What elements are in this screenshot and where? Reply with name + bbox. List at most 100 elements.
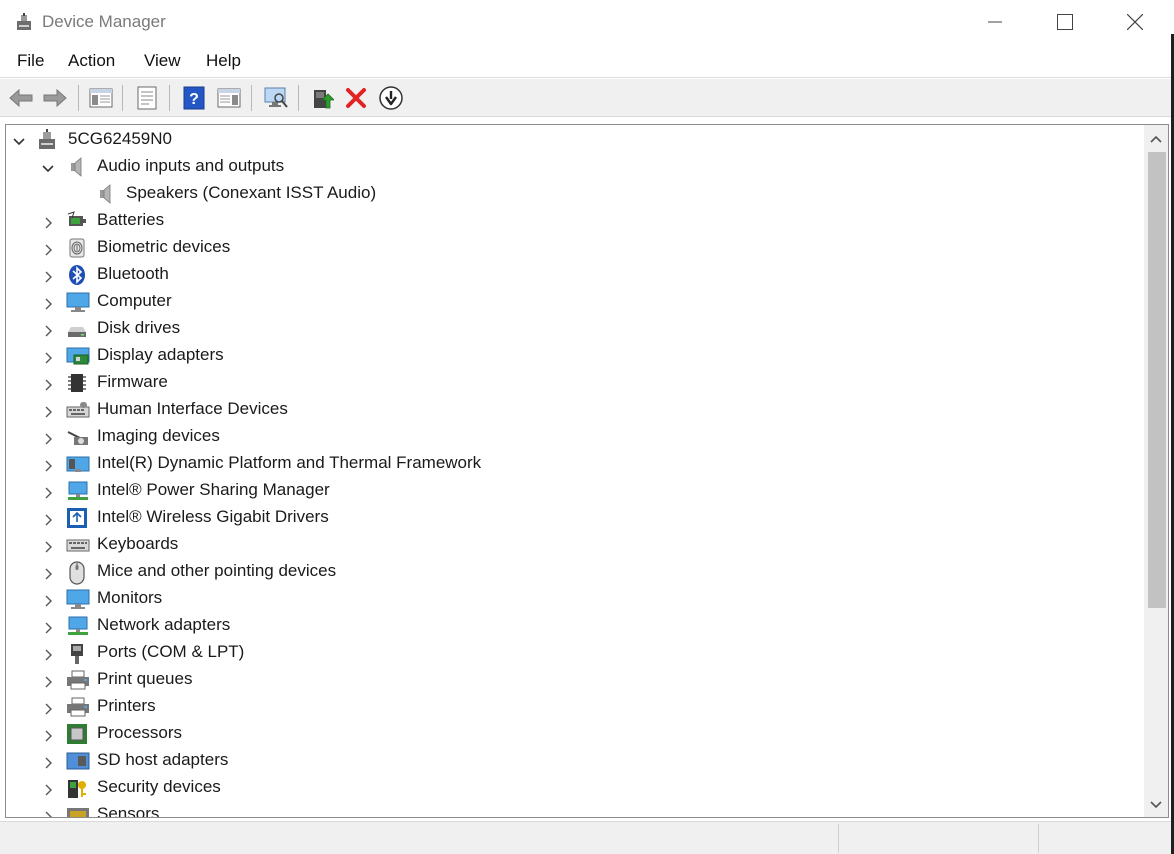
- chevron-right-icon[interactable]: [42, 511, 54, 526]
- tree-category-processors[interactable]: Processors: [6, 720, 1144, 747]
- tree-category-disk-drives[interactable]: Disk drives: [6, 315, 1144, 342]
- maximize-button[interactable]: [1030, 0, 1100, 44]
- close-button[interactable]: [1100, 0, 1170, 44]
- menu-help[interactable]: Help: [204, 51, 243, 71]
- chevron-right-icon[interactable]: [42, 457, 54, 472]
- scan-hardware-changes-icon[interactable]: [262, 84, 290, 112]
- sd-card-icon: [66, 750, 90, 772]
- chevron-right-icon[interactable]: [42, 430, 54, 445]
- chevron-right-icon[interactable]: [42, 241, 54, 256]
- tree-category-mice[interactable]: Mice and other pointing devices: [6, 558, 1144, 585]
- uninstall-device-icon[interactable]: [342, 84, 370, 112]
- wireless-gigabit-icon: [66, 507, 88, 529]
- port-connector-icon: [66, 642, 88, 664]
- tree-category-display-adapters[interactable]: Display adapters: [6, 342, 1144, 369]
- chevron-right-icon[interactable]: [42, 700, 54, 715]
- chevron-right-icon[interactable]: [42, 376, 54, 391]
- chevron-right-icon[interactable]: [42, 322, 54, 337]
- update-driver-icon[interactable]: [308, 84, 336, 112]
- tree-category-label: Firmware: [97, 372, 168, 391]
- tree-category-sd-host-adapters[interactable]: SD host adapters: [6, 747, 1144, 774]
- tree-category-label: Biometric devices: [97, 237, 231, 256]
- tree-category-network-adapters[interactable]: Network adapters: [6, 612, 1144, 639]
- tree-category-human-interface-devices[interactable]: Human Interface Devices: [6, 396, 1144, 423]
- tree-category-label: Processors: [97, 723, 183, 742]
- mouse-icon: [66, 561, 88, 585]
- tree-device-label: Speakers (Conexant ISST Audio): [126, 183, 377, 202]
- tree-category-label: Network adapters: [97, 615, 231, 634]
- scroll-up-arrow-icon[interactable]: [1144, 127, 1168, 151]
- menu-file[interactable]: File: [15, 51, 46, 71]
- chevron-right-icon[interactable]: [42, 295, 54, 310]
- chevron-right-icon[interactable]: [42, 673, 54, 688]
- computer-tower-icon: [36, 129, 58, 151]
- scroll-down-arrow-icon[interactable]: [1144, 793, 1168, 817]
- tree-category-intel-wireless-gigabit-drivers[interactable]: Intel® Wireless Gigabit Drivers: [6, 504, 1144, 531]
- tree-category-label: Display adapters: [97, 345, 224, 364]
- tree-category-batteries[interactable]: Batteries: [6, 207, 1144, 234]
- tree-category-label: Computer: [97, 291, 172, 310]
- tree-category-label: Batteries: [97, 210, 165, 229]
- tree-category-ports[interactable]: Ports (COM & LPT): [6, 639, 1144, 666]
- chevron-right-icon[interactable]: [42, 565, 54, 580]
- action-pane-icon[interactable]: [215, 84, 243, 112]
- back-icon[interactable]: [7, 84, 35, 112]
- tree-category-imaging-devices[interactable]: Imaging devices: [6, 423, 1144, 450]
- device-tree-panel: 5CG62459N0 Audio inputs and outputs Spea…: [5, 124, 1169, 818]
- tree-category-label: Mice and other pointing devices: [97, 561, 337, 580]
- tree-category-firmware[interactable]: Firmware: [6, 369, 1144, 396]
- scrollbar-thumb[interactable]: [1148, 152, 1166, 608]
- tree-category-audio[interactable]: Audio inputs and outputs: [6, 153, 1144, 180]
- tree-category-monitors[interactable]: Monitors: [6, 585, 1144, 612]
- chevron-down-icon[interactable]: [42, 160, 54, 173]
- vertical-scrollbar[interactable]: [1144, 125, 1168, 817]
- tree-category-label: Bluetooth: [97, 264, 169, 283]
- chevron-right-icon[interactable]: [42, 349, 54, 364]
- minimize-button[interactable]: [960, 0, 1030, 44]
- menu-view[interactable]: View: [142, 51, 183, 71]
- toolbar-separator: [169, 85, 170, 111]
- tree-category-label: Print queues: [97, 669, 193, 688]
- tree-category-print-queues[interactable]: Print queues: [6, 666, 1144, 693]
- chevron-right-icon[interactable]: [42, 538, 54, 553]
- chevron-right-icon[interactable]: [42, 592, 54, 607]
- chevron-down-icon[interactable]: [13, 133, 25, 146]
- toolbar-separator: [298, 85, 299, 111]
- tree-category-intel-dptf[interactable]: Intel(R) Dynamic Platform and Thermal Fr…: [6, 450, 1144, 477]
- toolbar-separator: [122, 85, 123, 111]
- chevron-right-icon[interactable]: [42, 268, 54, 283]
- processor-icon: [66, 723, 88, 745]
- chevron-right-icon[interactable]: [42, 646, 54, 661]
- window-title: Device Manager: [42, 12, 166, 31]
- chevron-right-icon[interactable]: [42, 727, 54, 742]
- tree-category-security-devices[interactable]: Security devices: [6, 774, 1144, 801]
- tree-category-sensors[interactable]: Sensors: [6, 801, 1144, 817]
- tree-root[interactable]: 5CG62459N0: [6, 126, 1144, 153]
- tree-category-computer[interactable]: Computer: [6, 288, 1144, 315]
- tree-category-biometric-devices[interactable]: Biometric devices: [6, 234, 1144, 261]
- show-hide-console-tree-icon[interactable]: [87, 84, 115, 112]
- menu-action[interactable]: Action: [66, 51, 117, 71]
- tree-category-label: Monitors: [97, 588, 163, 607]
- help-icon[interactable]: ?: [180, 84, 208, 112]
- network-monitor-icon: [66, 480, 88, 502]
- tree-category-bluetooth[interactable]: Bluetooth: [6, 261, 1144, 288]
- forward-icon[interactable]: [41, 84, 69, 112]
- monitor-icon: [66, 291, 90, 313]
- tree-category-label: Intel® Wireless Gigabit Drivers: [97, 507, 329, 526]
- chevron-right-icon[interactable]: [42, 403, 54, 418]
- tree-device-speakers[interactable]: Speakers (Conexant ISST Audio): [6, 180, 1144, 207]
- chevron-right-icon[interactable]: [42, 754, 54, 769]
- tree-category-keyboards[interactable]: Keyboards: [6, 531, 1144, 558]
- chevron-right-icon[interactable]: [42, 808, 54, 817]
- properties-icon[interactable]: [133, 84, 161, 112]
- title-bar: Device Manager: [0, 0, 1174, 44]
- tree-category-intel-power-sharing-manager[interactable]: Intel® Power Sharing Manager: [6, 477, 1144, 504]
- chevron-right-icon[interactable]: [42, 619, 54, 634]
- chevron-right-icon[interactable]: [42, 214, 54, 229]
- tree-category-printers[interactable]: Printers: [6, 693, 1144, 720]
- chevron-right-icon[interactable]: [42, 781, 54, 796]
- disable-device-icon[interactable]: [377, 84, 405, 112]
- tree-category-label: Disk drives: [97, 318, 181, 337]
- chevron-right-icon[interactable]: [42, 484, 54, 499]
